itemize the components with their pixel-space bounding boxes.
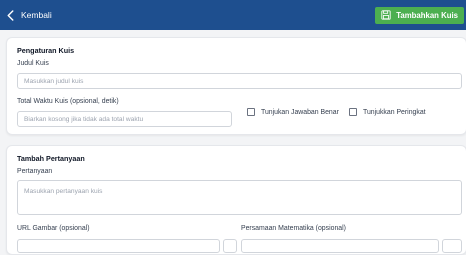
question-placeholder: Masukkan pertanyaan kuis: [24, 188, 103, 195]
quiz-settings-card: Pengaturan Kuis Judul Kuis Masukkan judu…: [6, 37, 466, 135]
top-bar: Kembali Tambahkan Kuis: [0, 0, 466, 30]
add-quiz-button[interactable]: Tambahkan Kuis: [375, 6, 464, 24]
show-ranking-option[interactable]: Tunjukkan Peringkat: [349, 108, 426, 116]
question-textarea[interactable]: Masukkan pertanyaan kuis: [17, 180, 462, 215]
add-quiz-label: Tambahkan Kuis: [396, 10, 458, 20]
image-url-input[interactable]: [17, 239, 220, 253]
quiz-title-input[interactable]: Masukkan judul kuis: [17, 73, 462, 89]
math-equation-button[interactable]: [442, 239, 462, 253]
math-equation-input[interactable]: [241, 239, 439, 253]
quiz-title-label: Judul Kuis: [17, 60, 49, 67]
settings-heading: Pengaturan Kuis: [17, 46, 75, 55]
show-correct-answer-option[interactable]: Tunjukan Jawaban Benar: [247, 108, 339, 116]
back-label: Kembali: [21, 10, 52, 20]
image-url-button[interactable]: [223, 239, 237, 253]
show-ranking-label: Tunjukkan Peringkat: [363, 108, 426, 116]
image-url-label: URL Gambar (opsional): [17, 225, 90, 232]
add-question-card: Tambah Pertanyaan Pertanyaan Masukkan pe…: [6, 145, 466, 255]
math-equation-label: Persamaan Matematika (opsional): [241, 225, 346, 232]
total-time-input[interactable]: Biarkan kosong jika tidak ada total wakt…: [17, 111, 232, 127]
show-correct-answer-checkbox[interactable]: [247, 108, 255, 116]
chevron-left-icon: [7, 9, 14, 21]
save-icon: [381, 10, 391, 20]
total-time-placeholder: Biarkan kosong jika tidak ada total wakt…: [24, 115, 144, 123]
show-ranking-checkbox[interactable]: [349, 108, 357, 116]
question-label: Pertanyaan: [17, 168, 53, 175]
back-button[interactable]: Kembali: [6, 9, 52, 21]
total-time-label: Total Waktu Kuis (opsional, detik): [17, 98, 119, 105]
show-correct-answer-label: Tunjukan Jawaban Benar: [261, 108, 339, 116]
quiz-title-placeholder: Masukkan judul kuis: [24, 77, 84, 85]
add-question-heading: Tambah Pertanyaan: [17, 154, 85, 163]
